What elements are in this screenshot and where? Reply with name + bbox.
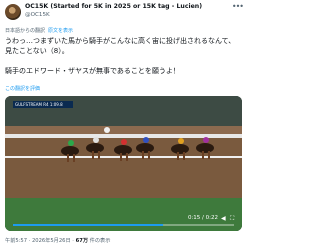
rate-translation-link[interactable]: この翻訳を評価	[5, 85, 40, 92]
translation-notice: 日本語からの翻訳 原文を表示	[5, 27, 73, 34]
display-name[interactable]: OC15K (Started for 5K in 2025 or 15K tag…	[25, 3, 202, 10]
post-text-line: 騎手のエドワード・ザヤスが無事であることを願うよ！	[5, 67, 180, 75]
view-count: 67万	[75, 238, 89, 244]
user-handle[interactable]: @OC15K	[25, 12, 50, 18]
post-text-line: うわっ…つまずいた馬から騎手がこんなに高く宙に投げ出されるなんて、見たことない（…	[5, 37, 236, 55]
post-meta: 午前5:57 · 2026年5月26日 · 67万 件の表示	[5, 237, 110, 244]
more-dots-icon[interactable]: •••	[232, 2, 244, 11]
video-time: 0:15 / 0:22	[187, 215, 218, 221]
post-body: うわっ…つまずいた馬から騎手がこんなに高く宙に投げ出されるなんて、見たことない（…	[5, 36, 241, 76]
video-progress-bar[interactable]	[13, 224, 234, 226]
video-progress-fill	[13, 224, 164, 226]
race-scoreboard: GULFSTREAM R4 1:09.8	[13, 101, 73, 108]
post-timestamp[interactable]: 午前5:57 · 2026年5月26日 ·	[5, 238, 76, 244]
translation-note: 日本語からの翻訳	[5, 28, 46, 34]
fullscreen-icon[interactable]: ⛶	[230, 215, 237, 222]
volume-icon[interactable]: ◀	[221, 215, 228, 222]
video-player[interactable]: GULFSTREAM R4 1:09.8 0:15 / 0:22 ◀ ⛶	[5, 96, 242, 231]
view-label: 件の表示	[88, 238, 111, 244]
video-frame	[5, 96, 242, 231]
avatar[interactable]	[5, 4, 21, 20]
tweet-post: OC15K (Started for 5K in 2025 or 15K tag…	[0, 0, 249, 250]
show-original-link[interactable]: 原文を表示	[48, 28, 73, 34]
